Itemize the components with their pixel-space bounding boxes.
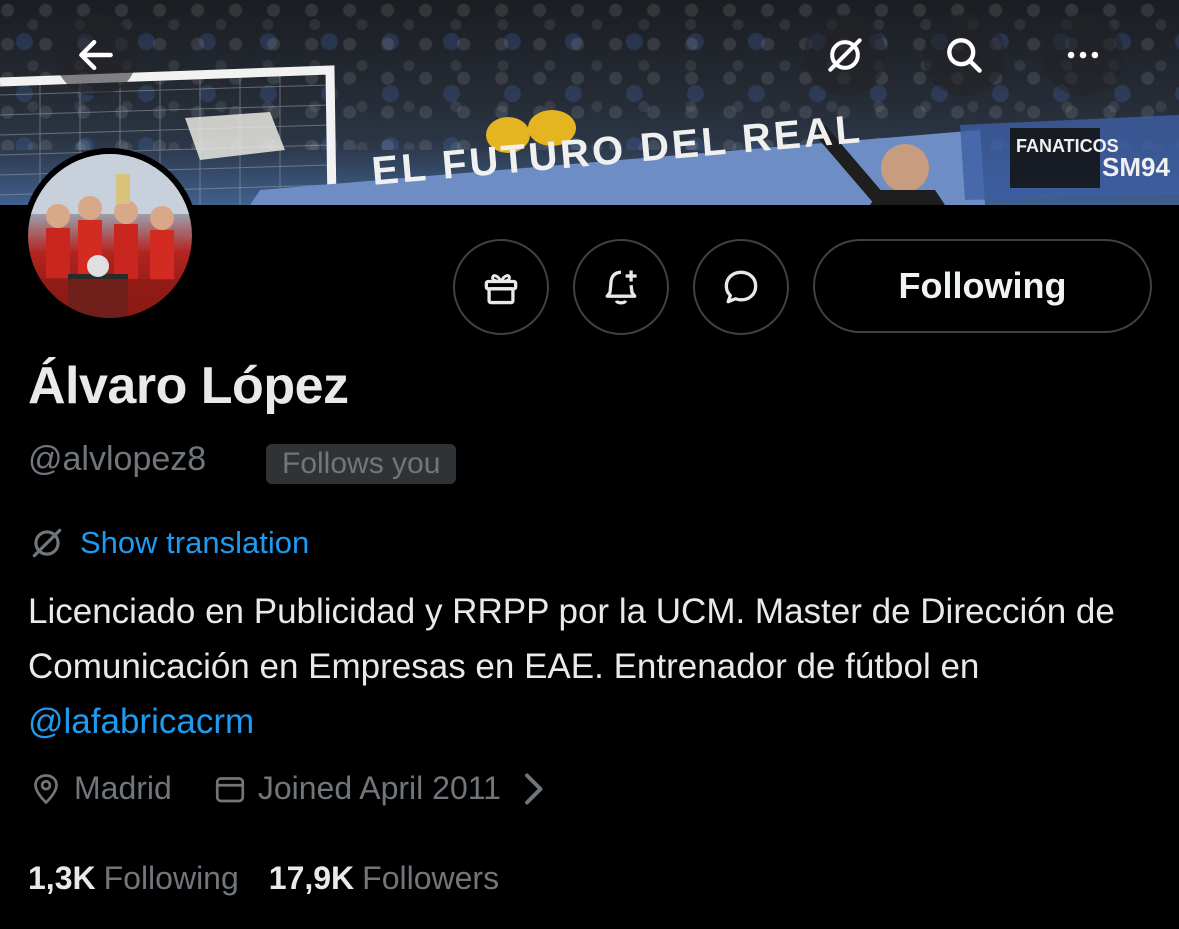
profile-handle: @alvlopez8: [28, 440, 207, 478]
following-stat[interactable]: 1,3K Following: [28, 860, 239, 897]
search-icon: [947, 38, 982, 73]
gift-icon: [484, 274, 518, 305]
translate-button[interactable]: [804, 14, 886, 96]
bio-text: Licenciado en Publicidad y RRPP por la U…: [28, 592, 1115, 686]
avatar-image: [28, 154, 192, 318]
show-translation-link[interactable]: Show translation: [80, 525, 309, 561]
avatar[interactable]: [22, 148, 198, 324]
back-button[interactable]: [55, 14, 137, 96]
profile-stats: 1,3K Following 17,9K Followers: [28, 860, 499, 897]
translate-slash-icon: [828, 38, 862, 72]
location-item: Madrid: [28, 770, 172, 807]
more-options-button[interactable]: [1042, 14, 1124, 96]
message-button[interactable]: [693, 239, 789, 335]
banner-sign: FANATICOS: [1016, 136, 1119, 156]
profile-name: Álvaro López: [28, 357, 349, 415]
profile-meta: Madrid Joined April 2011: [28, 770, 561, 807]
following-count: 1,3K: [28, 860, 96, 896]
show-translation-row[interactable]: Show translation: [28, 524, 309, 562]
followers-stat[interactable]: 17,9K Followers: [269, 860, 499, 897]
following-stat-label: Following: [103, 860, 239, 896]
joined-text: Joined April 2011: [257, 770, 501, 806]
translate-slash-icon: [32, 528, 62, 558]
calendar-icon: [215, 776, 244, 802]
search-button[interactable]: [923, 14, 1005, 96]
location-pin-icon: [34, 773, 58, 804]
follows-you-badge: Follows you: [266, 444, 457, 484]
notifications-button[interactable]: [573, 239, 669, 335]
more-dots-icon: [1067, 51, 1099, 59]
following-button[interactable]: Following: [813, 239, 1152, 333]
bell-plus-icon: [605, 270, 637, 305]
followers-stat-label: Followers: [362, 860, 500, 896]
followers-count: 17,9K: [268, 860, 355, 896]
bio-mention-link[interactable]: @lafabricacrm: [28, 702, 254, 741]
profile-bio: Licenciado en Publicidad y RRPP por la U…: [28, 584, 1138, 749]
message-bubble-icon: [724, 270, 758, 304]
profile-banner[interactable]: EL FUTURO DEL REAL SM94 FANATICOS: [0, 0, 1179, 205]
joined-item[interactable]: Joined April 2011: [212, 770, 561, 807]
location-text: Madrid: [74, 770, 172, 806]
arrow-left-icon: [79, 39, 113, 71]
chevron-right-icon: [525, 773, 543, 804]
gift-button[interactable]: [453, 239, 549, 335]
